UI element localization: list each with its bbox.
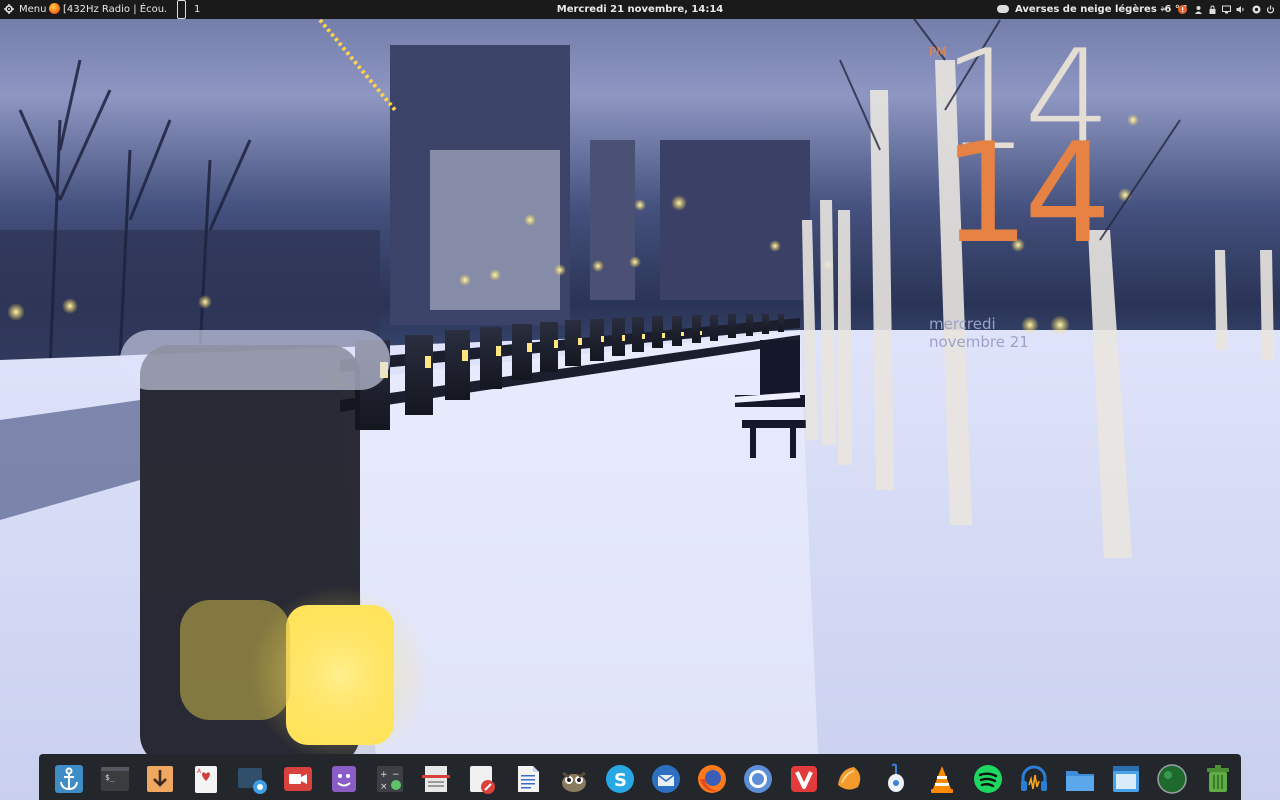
screenshot-icon[interactable] [236, 763, 268, 795]
network-icon[interactable] [1252, 5, 1261, 14]
window-app-icon[interactable] [1110, 763, 1142, 795]
clock-desklet[interactable]: PM 14 14 mercredi novembre 21 [928, 32, 1148, 360]
terminal-icon[interactable]: $_ [99, 763, 131, 795]
trash-icon[interactable] [1202, 763, 1234, 795]
editor-icon[interactable] [466, 763, 498, 795]
video-recorder-icon[interactable] [282, 763, 314, 795]
desklet-day: mercredi [929, 315, 996, 333]
skype-icon[interactable]: S [604, 763, 636, 795]
snow-cloud-icon [997, 5, 1009, 13]
download-icon[interactable] [144, 763, 176, 795]
green-sphere-icon[interactable] [1156, 763, 1188, 795]
svg-text:+: + [380, 770, 388, 780]
desklet-minute: 14 [942, 113, 1112, 274]
document-viewer-icon[interactable] [420, 763, 452, 795]
firefox-icon[interactable] [696, 763, 728, 795]
volume-icon[interactable] [1236, 5, 1245, 14]
blue-mouse-icon[interactable] [880, 763, 912, 795]
text-document-icon[interactable] [512, 763, 544, 795]
chromium-icon[interactable] [742, 763, 774, 795]
cards-game-icon[interactable]: A [190, 763, 222, 795]
calculator-icon[interactable]: + − × [374, 763, 406, 795]
orange-app-icon[interactable] [834, 763, 866, 795]
spotify-icon[interactable] [972, 763, 1004, 795]
close-icon[interactable]: × [1160, 0, 1168, 19]
gimp-icon[interactable] [558, 763, 590, 795]
audio-app-icon[interactable] [1018, 763, 1050, 795]
desklet-date: novembre 21 [929, 333, 1029, 351]
svg-text:−: − [392, 770, 400, 780]
lock-icon[interactable] [1208, 5, 1217, 14]
user-icon[interactable] [1194, 5, 1203, 14]
power-icon[interactable] [1266, 5, 1275, 14]
vlc-icon[interactable] [926, 763, 958, 795]
thunderbird-icon[interactable] [650, 763, 682, 795]
svg-text:×: × [380, 782, 388, 792]
svg-text:$_: $_ [105, 773, 115, 782]
svg-text:S: S [614, 770, 627, 791]
anchor-icon[interactable] [53, 763, 85, 795]
top-panel: Menu [432Hz Radio | Écou... 1 Mercredi 2… [0, 0, 1280, 19]
files-folder-icon[interactable] [1064, 763, 1096, 795]
dock: $_ A + − × S [39, 754, 1241, 800]
vivaldi-icon[interactable] [788, 763, 820, 795]
display-icon[interactable] [1222, 5, 1231, 14]
alert-icon[interactable] [1178, 5, 1187, 14]
weather-applet[interactable]: Averses de neige légères -6 °C [997, 0, 1187, 19]
purple-face-icon[interactable] [328, 763, 360, 795]
